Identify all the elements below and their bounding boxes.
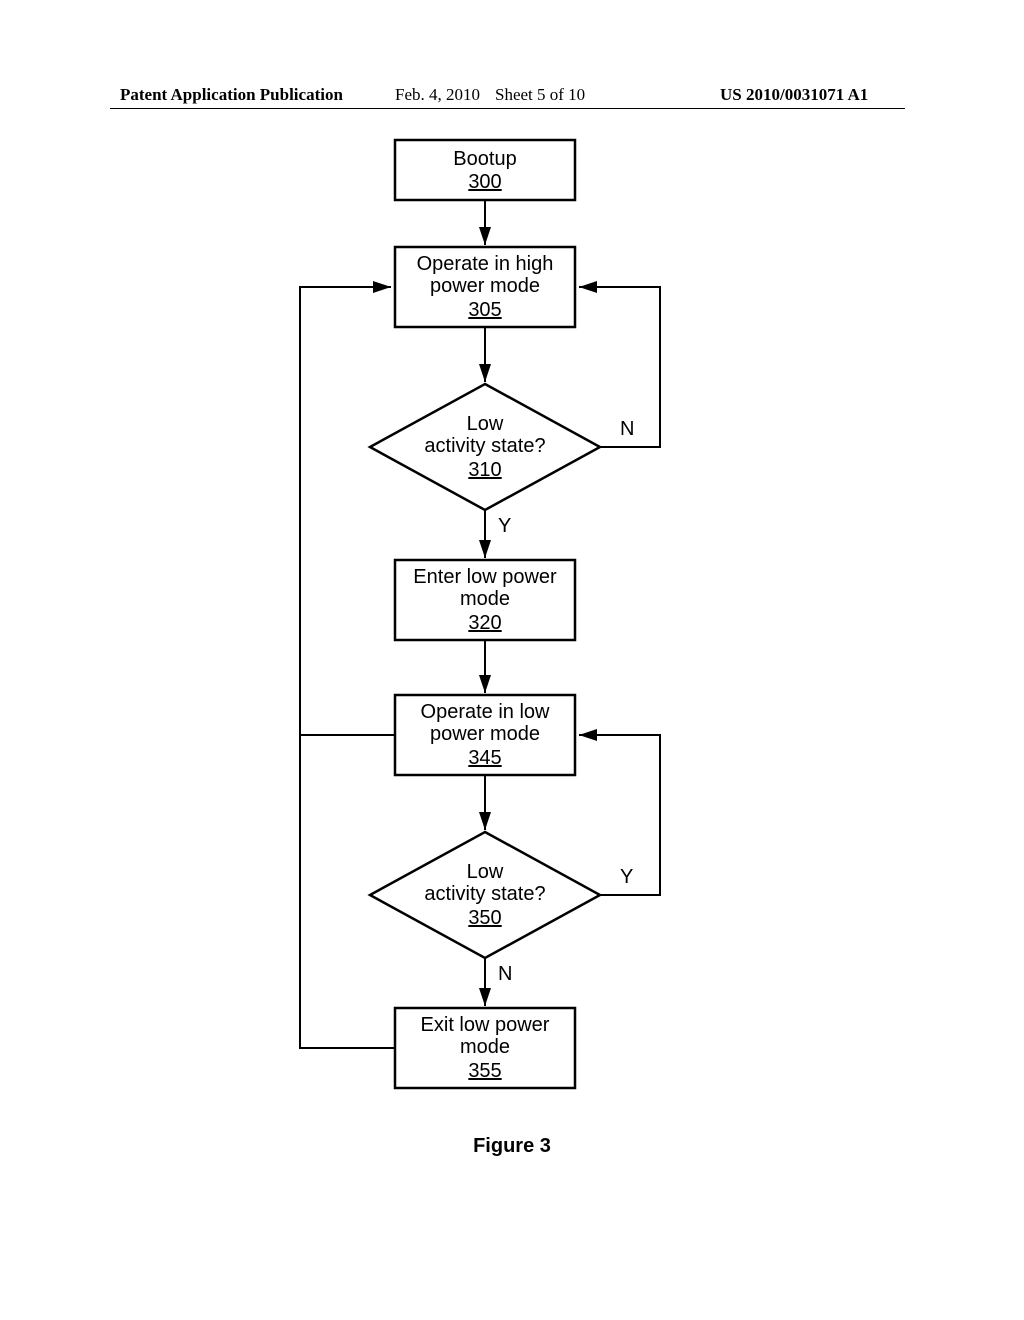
sheet-number: Sheet 5 of 10	[495, 85, 585, 105]
svg-text:320: 320	[468, 612, 501, 634]
decision2-no-label: N	[498, 963, 512, 985]
svg-text:Enter low power: Enter low power	[413, 566, 557, 588]
low-power-box: Operate in low power mode 345	[395, 695, 575, 775]
svg-text:Low: Low	[467, 861, 504, 883]
svg-text:Low: Low	[467, 413, 504, 435]
bootup-box: Bootup 300	[395, 140, 575, 200]
exit-low-power-box: Exit low power mode 355	[395, 1008, 575, 1088]
publication-date: Feb. 4, 2010	[395, 85, 480, 105]
svg-text:Operate in high: Operate in high	[417, 253, 554, 275]
svg-text:activity state?: activity state?	[424, 435, 545, 457]
svg-text:310: 310	[468, 459, 501, 481]
enter-low-power-box: Enter low power mode 320	[395, 560, 575, 640]
decision1-no-label: N	[620, 418, 634, 440]
decision1-diamond: Low activity state? 310	[370, 384, 600, 510]
svg-text:Operate in low: Operate in low	[421, 701, 551, 723]
svg-text:power mode: power mode	[430, 275, 540, 297]
svg-text:350: 350	[468, 907, 501, 929]
publication-number: US 2010/0031071 A1	[720, 85, 868, 105]
figure-label: Figure 3	[0, 1135, 1024, 1158]
svg-text:305: 305	[468, 299, 501, 321]
decision1-yes-label: Y	[498, 515, 511, 537]
svg-text:mode: mode	[460, 588, 510, 610]
decision2-diamond: Low activity state? 350	[370, 832, 600, 958]
svg-text:Exit low power: Exit low power	[421, 1014, 550, 1036]
svg-text:mode: mode	[460, 1036, 510, 1058]
publication-label: Patent Application Publication	[120, 85, 343, 105]
svg-text:355: 355	[468, 1060, 501, 1082]
svg-text:Bootup: Bootup	[453, 148, 516, 170]
svg-text:300: 300	[468, 171, 501, 193]
decision2-yes-label: Y	[620, 866, 633, 888]
flowchart-diagram: Bootup 300 Operate in high power mode 30…	[0, 130, 1024, 1130]
svg-text:power mode: power mode	[430, 723, 540, 745]
svg-text:345: 345	[468, 747, 501, 769]
high-power-box: Operate in high power mode 305	[395, 247, 575, 327]
svg-text:activity state?: activity state?	[424, 883, 545, 905]
header-rule	[110, 108, 905, 109]
